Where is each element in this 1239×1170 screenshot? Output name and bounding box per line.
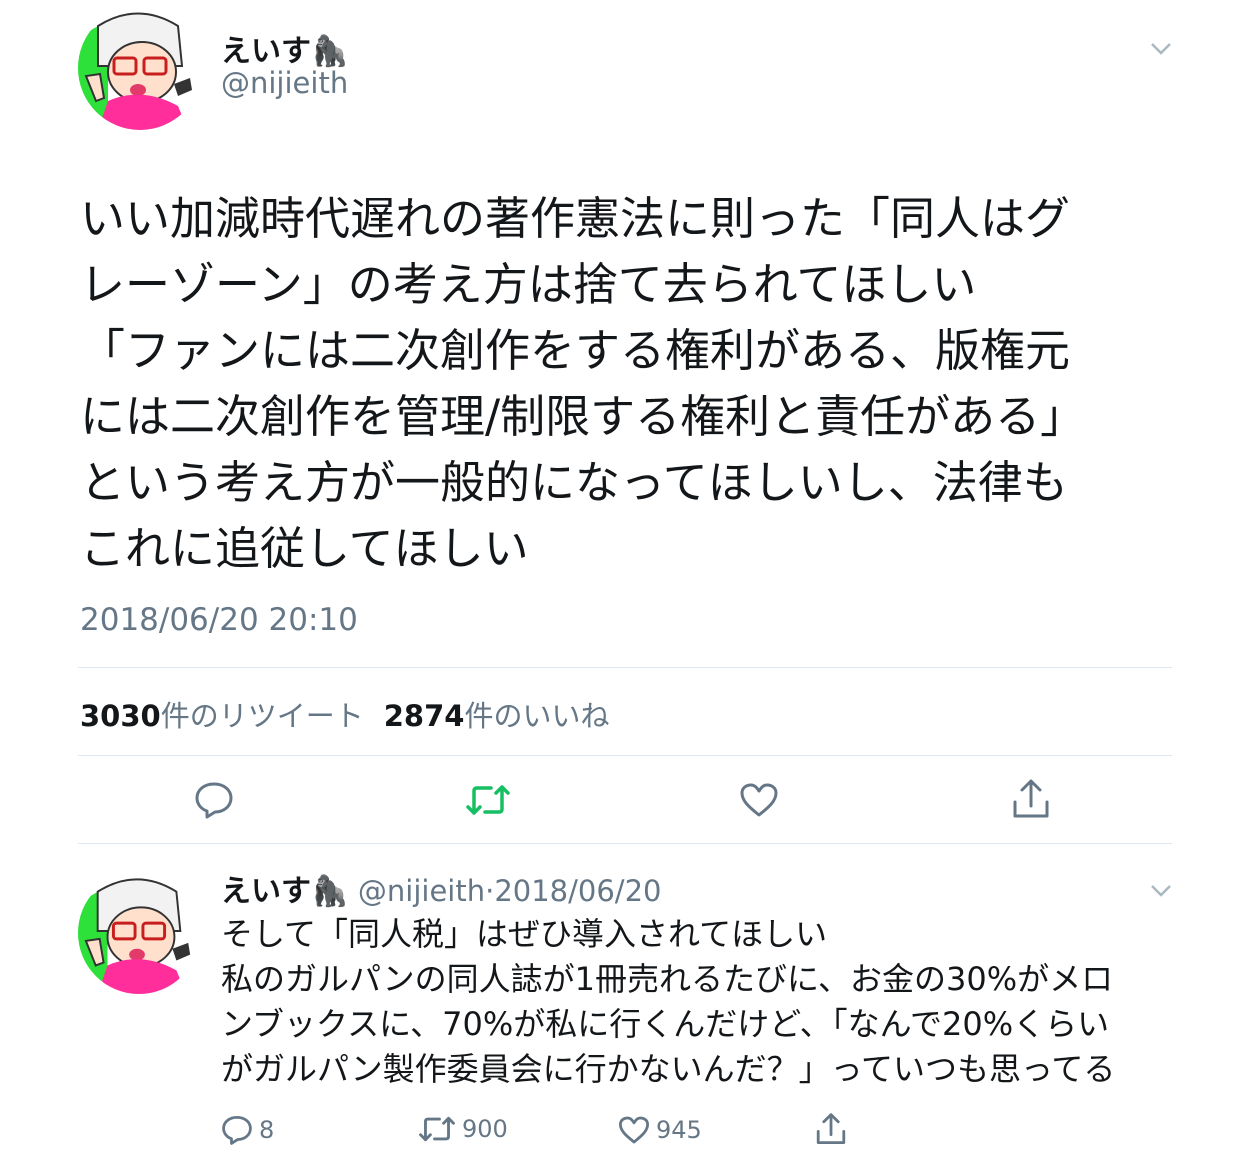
reply-like-button[interactable]: 945 <box>618 1115 702 1145</box>
reply-button[interactable] <box>190 778 238 822</box>
retweet-stat[interactable]: 3030件のリツイート <box>80 699 364 733</box>
divider <box>78 843 1172 844</box>
reply-icon <box>222 1115 252 1145</box>
chevron-down-icon[interactable] <box>1150 42 1172 56</box>
reply-reply-button[interactable]: 8 <box>221 1115 274 1145</box>
retweet-label: 件のリツイート <box>160 699 364 733</box>
reply-author-handle[interactable]: @nijieith <box>358 874 485 908</box>
author-avatar[interactable] <box>78 6 202 130</box>
reply-icon <box>195 782 233 819</box>
retweet-button[interactable] <box>462 778 514 822</box>
reply-author-avatar[interactable] <box>78 872 200 994</box>
divider <box>78 755 1172 756</box>
reply-author-name[interactable]: えいす🦍 <box>221 874 348 909</box>
reply-count: 8 <box>259 1116 275 1144</box>
share-icon <box>1013 779 1049 818</box>
like-icon <box>740 783 778 817</box>
tweet-stats: 3030件のリツイート 2874件のいいね <box>80 693 609 735</box>
chevron-down-icon[interactable] <box>1150 884 1172 898</box>
reply-text-line: そして「同人税」はぜひ導入されてほしい <box>221 915 828 953</box>
retweet-icon <box>466 785 510 815</box>
tweet-text: いい加減時代遅れの著作憲法に則った「同人はグ レーゾーン」の考え方は捨て去られて… <box>80 186 1160 582</box>
share-icon <box>816 1113 846 1145</box>
tweet-text-line: これに追従してほしい <box>80 522 529 575</box>
reply-date[interactable]: 2018/06/20 <box>494 874 661 908</box>
like-button[interactable] <box>736 778 782 822</box>
tweet-text-line: いい加減時代遅れの著作憲法に則った「同人はグ <box>80 192 1071 245</box>
reply-header: えいす🦍 @nijieith·2018/06/20 <box>221 866 661 910</box>
retweet-icon <box>419 1116 455 1142</box>
reply-retweet-button[interactable]: 900 <box>418 1115 508 1143</box>
like-icon <box>619 1116 649 1144</box>
reply-share-button[interactable] <box>815 1112 853 1146</box>
tweet-text-line: レーゾーン」の考え方は捨て去られてほしい <box>80 258 977 311</box>
tweet-text-line: には二次創作を管理/制限する権利と責任がある」 <box>80 390 1086 443</box>
share-button[interactable] <box>1008 776 1054 822</box>
retweet-count: 900 <box>462 1115 508 1143</box>
tweet-text-line: 「ファンには二次創作をする権利がある、版権元 <box>80 324 1071 377</box>
reply-text: そして「同人税」はぜひ導入されてほしい 私のガルパンの同人誌が1冊売れるたびに、… <box>221 912 1181 1092</box>
reply-text-line: がガルパン製作委員会に行かないんだ？」っていつも思ってる <box>221 1050 1116 1088</box>
author-handle[interactable]: @nijieith <box>221 66 348 100</box>
retweet-count: 3030 <box>80 699 161 733</box>
author-name[interactable]: えいす🦍 <box>221 26 348 70</box>
tweet-text-line: という考え方が一般的になってほしいし、法律も <box>80 456 1068 509</box>
like-stat[interactable]: 2874件のいいね <box>384 699 610 733</box>
reply-text-line: ンブックスに、70%が私に行くんだけど、「なんで20%くらい <box>221 1005 1110 1043</box>
reply-text-line: 私のガルパンの同人誌が1冊売れるたびに、お金の30%がメロ <box>221 960 1114 998</box>
divider <box>78 667 1172 668</box>
like-count: 2874 <box>383 699 465 733</box>
like-count: 945 <box>656 1116 702 1144</box>
tweet-timestamp[interactable]: 2018/06/20 20:10 <box>80 602 358 638</box>
meta-separator: · <box>485 874 495 908</box>
like-label: 件のいいね <box>464 699 610 733</box>
